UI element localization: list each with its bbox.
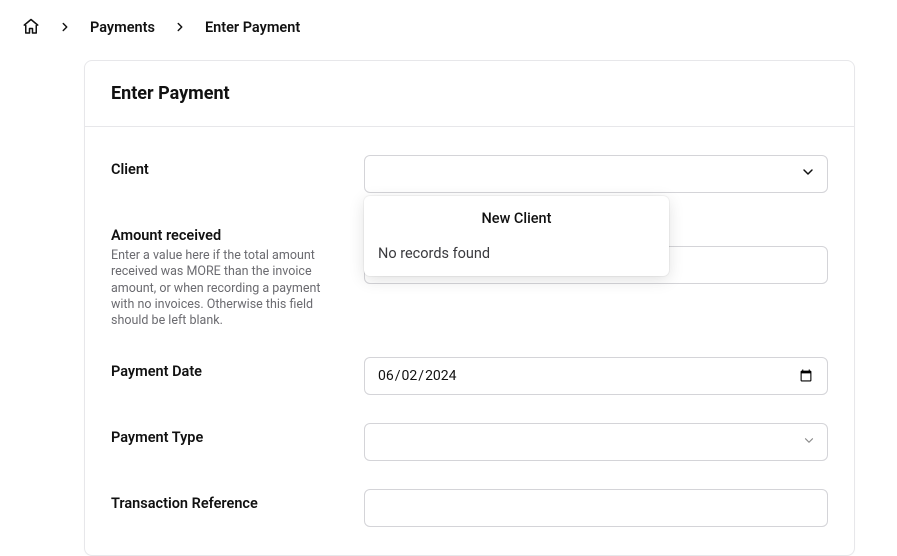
payment-type-select[interactable] <box>364 423 828 461</box>
payment-date-input[interactable] <box>364 357 828 395</box>
card-header: Enter Payment <box>85 61 854 127</box>
client-dropdown: New Client No records found <box>364 196 669 276</box>
breadcrumb: Payments Enter Payment <box>0 0 897 54</box>
no-records-message: No records found <box>364 239 669 268</box>
payment-date-label: Payment Date <box>111 363 364 380</box>
breadcrumb-payments[interactable]: Payments <box>90 19 155 36</box>
payment-form-card: Enter Payment Client New Client No rec <box>84 60 855 556</box>
amount-label: Amount received <box>111 227 364 244</box>
transaction-reference-input[interactable] <box>364 489 828 527</box>
client-label: Client <box>111 161 364 178</box>
new-client-option[interactable]: New Client <box>364 204 669 239</box>
payment-date-row: Payment Date <box>111 357 828 395</box>
client-row: Client New Client No records found <box>111 155 828 193</box>
chevron-right-icon <box>173 20 187 34</box>
card-body: Client New Client No records found <box>85 127 854 527</box>
amount-help: Enter a value here if the total amount r… <box>111 248 331 329</box>
transaction-reference-row: Transaction Reference <box>111 489 828 527</box>
payment-type-label: Payment Type <box>111 429 364 446</box>
breadcrumb-enter-payment: Enter Payment <box>205 19 300 36</box>
client-select[interactable] <box>364 155 828 193</box>
payment-type-row: Payment Type <box>111 423 828 461</box>
chevron-right-icon <box>58 20 72 34</box>
page-title: Enter Payment <box>111 83 828 104</box>
home-icon[interactable] <box>22 18 40 36</box>
transaction-reference-label: Transaction Reference <box>111 495 364 512</box>
